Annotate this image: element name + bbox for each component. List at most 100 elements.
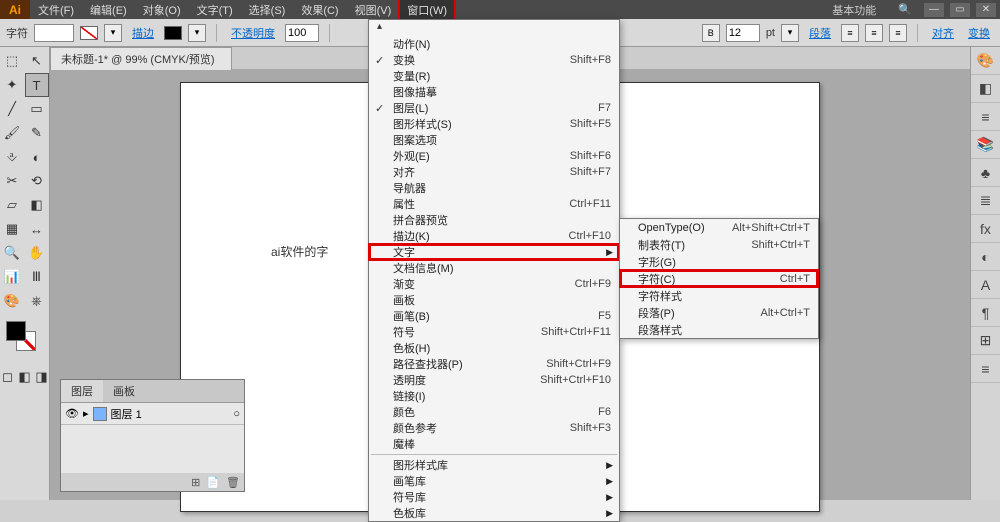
fill-dropdown-icon[interactable]: ▾ [104, 24, 122, 42]
paragraph-link[interactable]: 段落 [809, 25, 831, 41]
stroke-swatch[interactable] [164, 26, 182, 40]
draw-mode-normal[interactable]: ◻ [0, 365, 15, 389]
submenu-item[interactable]: 字形(G) [620, 253, 818, 270]
minimize-button[interactable]: — [924, 3, 944, 17]
menu-item[interactable]: 链接(I) [369, 388, 619, 404]
opacity-link[interactable]: 不透明度 [231, 25, 275, 41]
tool-21[interactable]: ⎈ [25, 289, 49, 313]
tool-6[interactable]: 🖌 [0, 121, 24, 145]
font-style-button[interactable]: B [702, 24, 720, 42]
tool-9[interactable]: ◐ [25, 145, 49, 169]
dock-icon-7[interactable]: ◐ [971, 243, 1000, 271]
menu-item[interactable]: 符号Shift+Ctrl+F11 [369, 324, 619, 340]
close-button[interactable]: ✕ [976, 3, 996, 17]
menu-item[interactable]: 动作(N) [369, 36, 619, 52]
menu-item[interactable]: 导航器 [369, 180, 619, 196]
menu-scroll-up[interactable] [369, 20, 619, 36]
dock-icon-6[interactable]: fx [971, 215, 1000, 243]
tool-3[interactable]: T [25, 73, 49, 97]
menu-item[interactable]: 颜色参考Shift+F3 [369, 420, 619, 436]
menu-item[interactable]: 对齐Shift+F7 [369, 164, 619, 180]
font-size-input[interactable] [726, 24, 760, 42]
tool-16[interactable]: 🔍 [0, 241, 24, 265]
tool-18[interactable]: 📊 [0, 265, 24, 289]
draw-mode-inside[interactable]: ◨ [34, 365, 49, 389]
visibility-icon[interactable]: 👁 [65, 407, 79, 420]
tool-19[interactable]: Ⅲ [25, 265, 49, 289]
new-layer-icon[interactable]: 📄 [206, 476, 220, 489]
tool-0[interactable]: ⬚ [0, 49, 24, 73]
tool-8[interactable]: ⎀ [0, 145, 24, 169]
search-icon[interactable]: 🔍 [892, 3, 918, 16]
dock-icon-5[interactable]: ≣ [971, 187, 1000, 215]
dock-icon-8[interactable]: A [971, 271, 1000, 299]
tool-15[interactable]: ↔ [25, 217, 49, 241]
menu-item[interactable]: 外观(E)Shift+F6 [369, 148, 619, 164]
layer-name[interactable]: 图层 1 [111, 406, 142, 422]
dock-icon-4[interactable]: ♣ [971, 159, 1000, 187]
tool-13[interactable]: ◧ [25, 193, 49, 217]
foreground-swatch[interactable] [6, 321, 26, 341]
tab-artboards[interactable]: 画板 [103, 380, 145, 402]
dock-icon-9[interactable]: ¶ [971, 299, 1000, 327]
menu-item[interactable]: 路径查找器(P)Shift+Ctrl+F9 [369, 356, 619, 372]
tool-5[interactable]: ▭ [25, 97, 49, 121]
submenu-item[interactable]: 制表符(T)Shift+Ctrl+T [620, 236, 818, 253]
submenu-item[interactable]: 字符(C)Ctrl+T [620, 270, 818, 287]
menu-文件[interactable]: 文件(F) [30, 0, 82, 21]
menu-item[interactable]: 画板 [369, 292, 619, 308]
menu-item[interactable]: 变换Shift+F8 [369, 52, 619, 68]
tool-10[interactable]: ✂ [0, 169, 24, 193]
menu-item[interactable]: 颜色F6 [369, 404, 619, 420]
menu-视图[interactable]: 视图(V) [347, 0, 400, 21]
size-dropdown-icon[interactable]: ▾ [781, 24, 799, 42]
menu-item[interactable]: 文档信息(M) [369, 260, 619, 276]
tool-1[interactable]: ↖ [25, 49, 49, 73]
draw-mode-behind[interactable]: ◧ [17, 365, 32, 389]
menu-item[interactable]: 变量(R) [369, 68, 619, 84]
menu-item[interactable]: 符号库▶ [369, 489, 619, 505]
menu-item[interactable]: 图层(L)F7 [369, 100, 619, 116]
menu-item[interactable]: 属性Ctrl+F11 [369, 196, 619, 212]
submenu-item[interactable]: 段落(P)Alt+Ctrl+T [620, 304, 818, 321]
menu-选择[interactable]: 选择(S) [241, 0, 294, 21]
menu-item[interactable]: 拼合器预览 [369, 212, 619, 228]
menu-item[interactable]: 色板(H) [369, 340, 619, 356]
menu-效果[interactable]: 效果(C) [293, 0, 346, 21]
tab-layers[interactable]: 图层 [61, 380, 103, 402]
tool-4[interactable]: ╱ [0, 97, 24, 121]
document-tab[interactable]: 未标题-1* @ 99% (CMYK/预览) [50, 47, 232, 70]
dock-icon-3[interactable]: 📚 [971, 131, 1000, 159]
fill-swatch[interactable] [80, 26, 98, 40]
stroke-dropdown-icon[interactable]: ▾ [188, 24, 206, 42]
menu-item[interactable]: 画笔(B)F5 [369, 308, 619, 324]
expand-icon[interactable]: ▸ [83, 407, 89, 420]
dock-icon-0[interactable]: 🎨 [971, 47, 1000, 75]
menu-item[interactable]: 文字▶ [369, 244, 619, 260]
font-family-field[interactable] [34, 24, 74, 42]
menu-item[interactable]: 图像描摹 [369, 84, 619, 100]
tool-11[interactable]: ⟲ [25, 169, 49, 193]
menu-对象[interactable]: 对象(O) [135, 0, 189, 21]
layer-row[interactable]: 👁 ▸ 图层 1 ○ [61, 403, 244, 425]
tool-14[interactable]: ▦ [0, 217, 24, 241]
menu-编辑[interactable]: 编辑(E) [82, 0, 135, 21]
maximize-button[interactable]: ▭ [950, 3, 970, 17]
menu-文字[interactable]: 文字(T) [189, 0, 241, 21]
menu-item[interactable]: 渐变Ctrl+F9 [369, 276, 619, 292]
new-sublayer-icon[interactable]: ⊞ [191, 476, 200, 489]
submenu-item[interactable]: 段落样式 [620, 321, 818, 338]
delete-layer-icon[interactable]: 🗑 [226, 476, 240, 489]
menu-item[interactable]: 图案选项 [369, 132, 619, 148]
align-left-button[interactable]: ≡ [841, 24, 859, 42]
opacity-input[interactable] [285, 24, 319, 42]
align-panel-link[interactable]: 对齐 [932, 25, 954, 41]
color-swatches[interactable] [0, 321, 49, 357]
menu-item[interactable]: 描边(K)Ctrl+F10 [369, 228, 619, 244]
menu-item[interactable]: 图形样式库▶ [369, 457, 619, 473]
dock-icon-10[interactable]: ⊞ [971, 327, 1000, 355]
menu-item[interactable]: 透明度Shift+Ctrl+F10 [369, 372, 619, 388]
workspace-selector[interactable]: 基本功能 [832, 2, 876, 18]
menu-item[interactable]: 画笔库▶ [369, 473, 619, 489]
menu-item[interactable]: 图形样式(S)Shift+F5 [369, 116, 619, 132]
